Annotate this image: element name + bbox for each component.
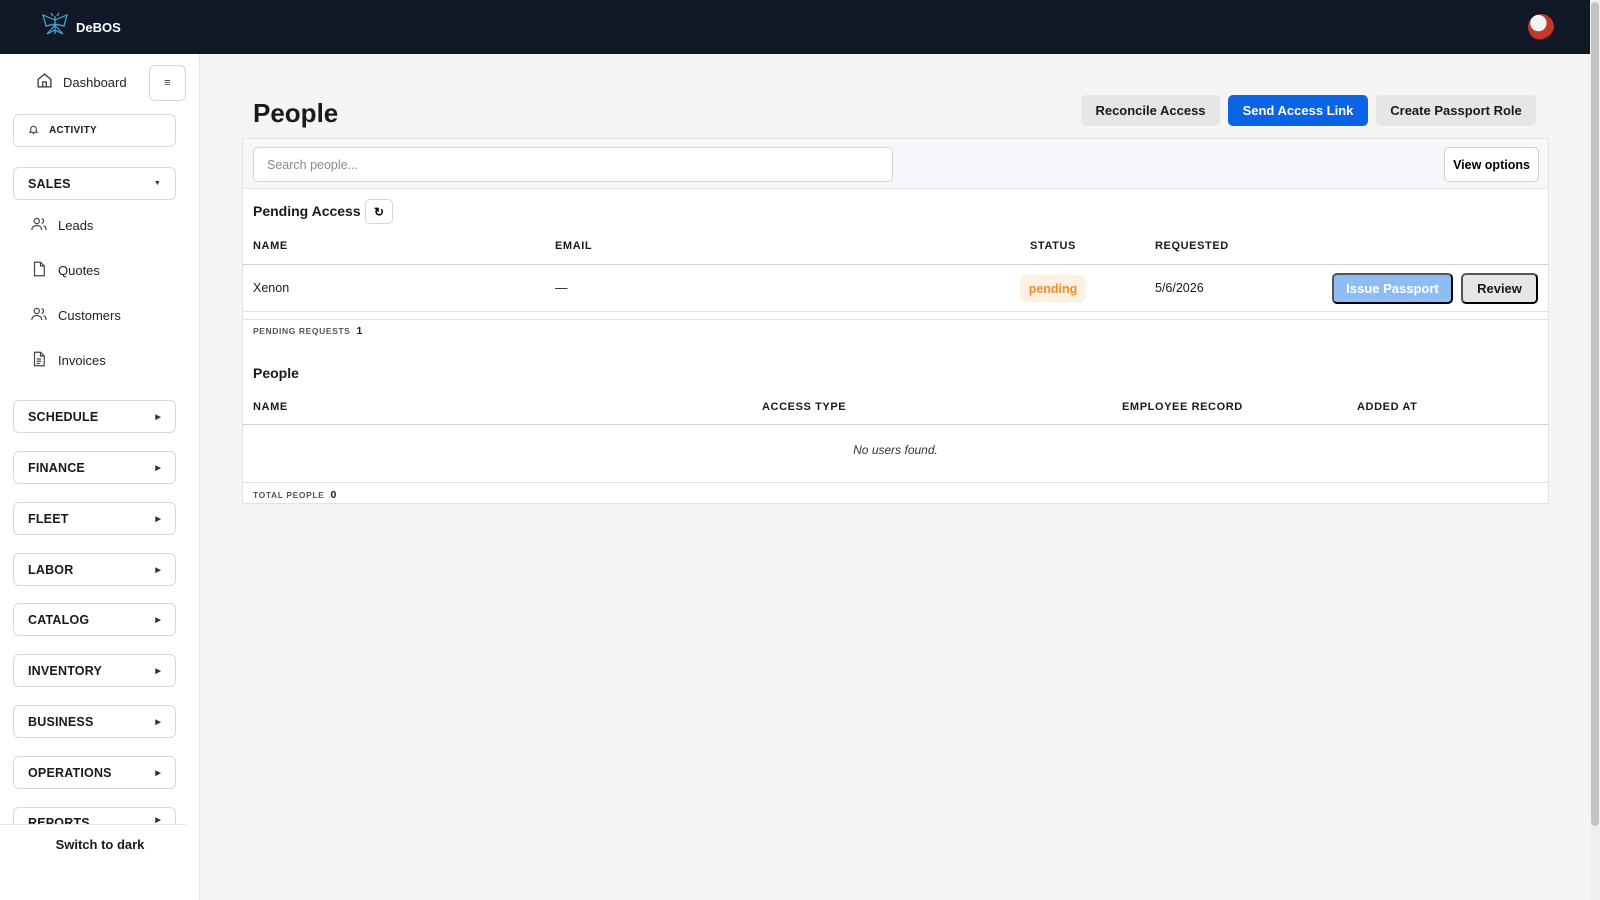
caret-right-icon: ▶	[155, 464, 161, 472]
sidebar-item-label: Invoices	[58, 353, 106, 368]
top-bar: DeBOS	[0, 0, 1590, 54]
row-divider	[243, 482, 1548, 483]
col-access-type: ACCESS TYPE	[762, 401, 847, 413]
empty-state: No users found.	[853, 443, 938, 457]
caret-right-icon: ▶	[155, 667, 161, 675]
page-scrollbar[interactable]	[1590, 0, 1600, 900]
issue-passport-button[interactable]: Issue Passport	[1332, 273, 1453, 304]
brand[interactable]: DeBOS	[40, 12, 121, 43]
search-toolbar: View options	[243, 139, 1548, 189]
sidebar-section-finance[interactable]: FINANCE ▶	[13, 451, 176, 484]
section-label: FLEET	[28, 511, 69, 526]
row-email: —	[555, 281, 568, 295]
caret-right-icon: ▶	[155, 769, 161, 777]
brand-name: DeBOS	[76, 19, 121, 35]
header-divider	[243, 424, 1548, 425]
section-label: SALES	[28, 176, 71, 191]
switch-theme-button[interactable]: Switch to dark	[0, 837, 200, 852]
col-employee-record: EMPLOYEE RECORD	[1122, 401, 1243, 413]
moth-logo-icon	[40, 12, 70, 43]
menu-icon: ≡	[164, 77, 171, 89]
stat-label: PENDING REQUESTS	[253, 326, 351, 336]
caret-right-icon: ▶	[155, 515, 161, 523]
sidebar-divider	[0, 824, 186, 825]
section-label: LABOR	[28, 562, 74, 577]
home-icon	[36, 72, 53, 92]
section-label: OPERATIONS	[28, 765, 112, 780]
sidebar: Dashboard ≡ ACTIVITY SALES ▼ Leads Quote…	[0, 54, 200, 900]
file-icon	[30, 260, 48, 281]
caret-right-icon: ▶	[155, 616, 161, 624]
section-label: REPORTS	[28, 816, 90, 824]
reconcile-access-button[interactable]: Reconcile Access	[1081, 95, 1220, 126]
sidebar-section-business[interactable]: BUSINESS ▶	[13, 705, 176, 738]
page-title: People	[253, 98, 339, 128]
sidebar-section-operations[interactable]: OPERATIONS ▶	[13, 756, 176, 789]
sidebar-item-label: Quotes	[58, 263, 100, 278]
people-section-title: People	[253, 365, 299, 381]
sidebar-item-label: Customers	[58, 308, 121, 323]
pending-requests-stat: PENDING REQUESTS 1	[253, 325, 362, 337]
user-avatar[interactable]	[1528, 14, 1554, 40]
status-badge: pending	[1020, 275, 1086, 302]
scrollbar-thumb[interactable]	[1591, 2, 1599, 826]
caret-right-icon: ▶	[155, 718, 161, 726]
section-label: BUSINESS	[28, 714, 94, 729]
sidebar-item-customers[interactable]: Customers	[30, 305, 121, 326]
section-label: CATALOG	[28, 612, 90, 627]
sidebar-collapse-button[interactable]: ≡	[149, 65, 186, 101]
people-panel: View options Pending Access ↻ NAME EMAIL…	[242, 138, 1549, 504]
row-name: Xenon	[253, 281, 290, 295]
stat-value: 1	[356, 325, 363, 337]
sidebar-item-quotes[interactable]: Quotes	[30, 260, 100, 281]
sidebar-section-catalog[interactable]: CATALOG ▶	[13, 603, 176, 636]
row-divider	[243, 311, 1548, 312]
search-input[interactable]	[253, 147, 893, 182]
users-icon	[30, 305, 48, 326]
sidebar-section-fleet[interactable]: FLEET ▶	[13, 502, 176, 535]
sidebar-section-schedule[interactable]: SCHEDULE ▶	[13, 400, 176, 433]
caret-down-icon: ▼	[153, 180, 161, 187]
col-status: STATUS	[1030, 240, 1076, 252]
refresh-button[interactable]: ↻	[365, 199, 393, 224]
total-people-stat: TOTAL PEOPLE 0	[253, 489, 336, 501]
sidebar-item-label: Leads	[58, 218, 94, 233]
row-requested: 5/6/2026	[1155, 281, 1204, 295]
stat-value: 0	[330, 489, 337, 501]
sidebar-item-dashboard[interactable]: Dashboard	[36, 72, 127, 92]
section-label: INVENTORY	[28, 663, 103, 678]
caret-right-icon: ▶	[155, 413, 161, 421]
col-added-at: ADDED AT	[1357, 401, 1418, 413]
view-options-button[interactable]: View options	[1444, 147, 1539, 182]
stat-label: TOTAL PEOPLE	[253, 490, 325, 500]
users-icon	[30, 215, 48, 236]
col-requested: REQUESTED	[1155, 240, 1229, 252]
header-divider	[243, 264, 1548, 265]
col-name: NAME	[253, 240, 288, 252]
send-access-link-button[interactable]: Send Access Link	[1228, 95, 1368, 126]
sidebar-section-labor[interactable]: LABOR ▶	[13, 553, 176, 586]
sidebar-section-sales[interactable]: SALES ▼	[13, 167, 176, 200]
pending-access-title: Pending Access	[253, 203, 361, 219]
section-label: FINANCE	[28, 460, 85, 475]
sidebar-section-inventory[interactable]: INVENTORY ▶	[13, 654, 176, 687]
review-button[interactable]: Review	[1461, 273, 1538, 304]
refresh-icon: ↻	[373, 204, 385, 219]
activity-label: ACTIVITY	[49, 125, 97, 136]
col-email: EMAIL	[555, 240, 593, 252]
bell-icon	[28, 124, 39, 138]
col-name: NAME	[253, 401, 288, 413]
sidebar-item-label: Dashboard	[63, 74, 127, 90]
caret-right-icon: ▶	[155, 817, 161, 824]
create-passport-role-button[interactable]: Create Passport Role	[1376, 95, 1536, 126]
row-divider	[243, 319, 1548, 320]
file-text-icon	[30, 350, 48, 371]
sidebar-section-reports[interactable]: REPORTS ▶	[13, 807, 176, 824]
section-label: SCHEDULE	[28, 409, 99, 424]
caret-right-icon: ▶	[155, 566, 161, 574]
activity-button[interactable]: ACTIVITY	[13, 114, 176, 147]
sidebar-item-invoices[interactable]: Invoices	[30, 350, 106, 371]
sidebar-item-leads[interactable]: Leads	[30, 215, 93, 236]
